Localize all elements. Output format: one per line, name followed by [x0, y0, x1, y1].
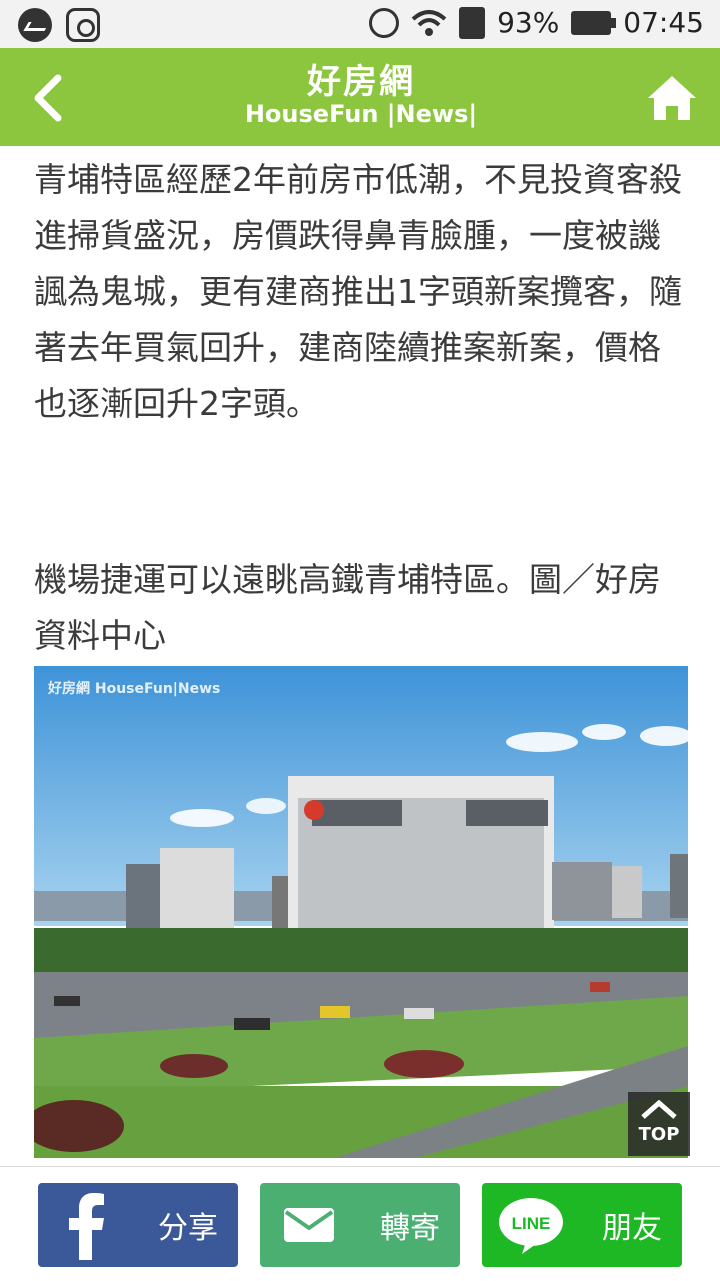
back-to-top-button[interactable]: TOP — [628, 1092, 690, 1156]
facebook-share-label: 分享 — [158, 1211, 218, 1246]
line-share-label: 朋友 — [602, 1211, 662, 1246]
logo-english: HouseFun |News| — [244, 100, 478, 128]
instagram-icon — [66, 8, 100, 42]
facebook-share-button[interactable]: 分享 — [38, 1183, 238, 1267]
home-icon — [648, 76, 696, 120]
top-label: TOP — [638, 1124, 680, 1145]
home-button[interactable] — [646, 72, 698, 124]
email-forward-label: 轉寄 — [380, 1211, 440, 1246]
status-bar: 93% 07:45 — [0, 0, 720, 48]
photo-caption: 機場捷運可以遠眺高鐵青埔特區。圖／好房資料中心 — [34, 560, 661, 655]
share-bar: 分享 轉寄 LINE 朋友 — [0, 1166, 720, 1281]
line-icon-text: LINE — [512, 1214, 551, 1233]
battery-icon — [571, 10, 617, 35]
wifi-icon — [411, 9, 447, 36]
housefun-logo[interactable]: 好房網 HouseFun |News| — [226, 64, 496, 134]
app-header: 好房網 HouseFun |News| — [0, 48, 720, 146]
facebook-icon — [69, 1193, 104, 1260]
clock: 07:45 — [623, 6, 704, 39]
email-forward-button[interactable]: 轉寄 — [260, 1183, 460, 1267]
city-photo — [34, 666, 688, 1158]
photo-watermark: 好房網 HouseFun|News — [48, 681, 221, 697]
messenger-icon — [18, 8, 52, 42]
battery-percent: 93% — [497, 6, 560, 39]
mail-icon — [284, 1208, 334, 1242]
line-icon: LINE — [499, 1198, 563, 1254]
article-body: 青埔特區經歷2年前房市低潮，不見投資客殺進掃貨盛況，房價跌得鼻青臉腫，一度被譏諷… — [34, 152, 686, 432]
article-photo: 好房網 HouseFun|News — [34, 666, 688, 1158]
chevron-up-icon — [641, 1099, 677, 1119]
sd-card-icon — [459, 6, 486, 39]
article-paragraph: 青埔特區經歷2年前房市低潮，不見投資客殺進掃貨盛況，房價跌得鼻青臉腫，一度被譏諷… — [34, 160, 682, 423]
logo-chinese: 好房網 — [307, 62, 415, 102]
alarm-icon — [369, 7, 400, 38]
back-button[interactable] — [24, 70, 74, 126]
line-share-button[interactable]: LINE 朋友 — [482, 1183, 682, 1267]
chevron-left-icon — [34, 74, 62, 122]
